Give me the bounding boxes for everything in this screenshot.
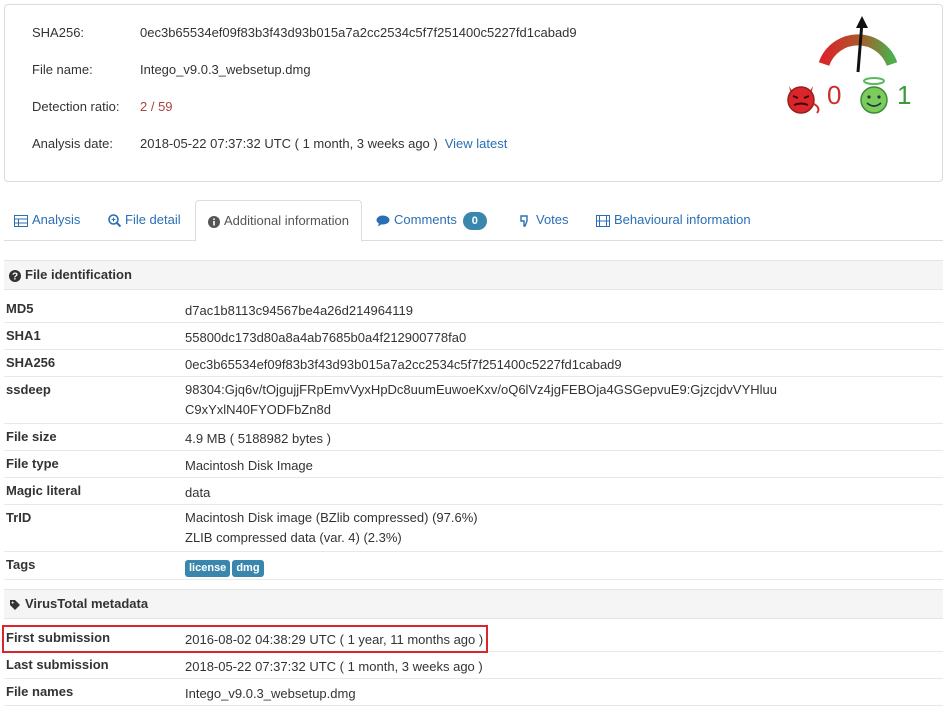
tags-label: Tags xyxy=(6,557,36,572)
date-label: Analysis date: xyxy=(32,136,113,151)
tab-votes[interactable]: Votes xyxy=(520,200,569,241)
trid-line-1: Macintosh Disk image (BZlib compressed) … xyxy=(185,510,478,525)
filesize-row: File size 4.9 MB ( 5188982 bytes ) xyxy=(4,424,943,451)
filetype-label: File type xyxy=(6,456,59,471)
devil-icon[interactable] xyxy=(783,82,823,116)
trid-line-2: ZLIB compressed data (var. 4) (2.3%) xyxy=(185,530,402,545)
svg-text:?: ? xyxy=(12,271,18,282)
tab-behavioural-information[interactable]: Behavioural information xyxy=(596,200,751,241)
tags-row: Tags license dmg xyxy=(4,552,943,580)
filetype-value: Macintosh Disk Image xyxy=(185,458,313,473)
tags-icon xyxy=(10,599,20,610)
sha1-value: 55800dc173d80a8a4ab7685b0a4f212900778fa0 xyxy=(185,330,467,345)
view-latest-link[interactable]: View latest xyxy=(445,136,508,151)
table-icon xyxy=(14,214,28,227)
tab-votes-label: Votes xyxy=(536,212,569,227)
comments-count-badge: 0 xyxy=(462,211,487,230)
ssdeep-line-1: 98304:Gjq6v/tOjgujjFRpEmvVyxHpDc8uumEuwo… xyxy=(185,382,778,397)
comment-icon xyxy=(376,215,390,227)
trid-label: TrID xyxy=(6,510,32,525)
tab-behavioural-information-label: Behavioural information xyxy=(614,212,751,227)
filetype-row: File type Macintosh Disk Image xyxy=(4,451,943,478)
tab-comments[interactable]: Comments 0 xyxy=(376,200,487,241)
ssdeep-row: ssdeep 98304:Gjq6v/tOjgujjFRpEmvVyxHpDc8… xyxy=(4,377,943,424)
tab-file-detail[interactable]: File detail xyxy=(108,200,181,241)
search-plus-icon xyxy=(108,214,121,228)
last-submission-value: 2018-05-22 07:37:32 UTC ( 1 month, 3 wee… xyxy=(185,659,483,674)
bad-votes-count: 0 xyxy=(827,80,842,110)
md5-row: MD5 d7ac1b8113c94567be4a26d214964119 xyxy=(4,296,943,323)
tag-license[interactable]: license xyxy=(185,560,231,577)
tab-additional-information-label: Additional information xyxy=(224,213,350,228)
filename-value: Intego_v9.0.3_websetup.dmg xyxy=(140,62,311,77)
tags-list: license dmg xyxy=(185,557,266,577)
sha1-label: SHA1 xyxy=(6,328,41,343)
last-submission-label: Last submission xyxy=(6,657,109,672)
sha256-detail-row: SHA256 0ec3b65534ef09f83b3f43d93b015a7a2… xyxy=(4,350,943,377)
filesize-label: File size xyxy=(6,429,57,444)
magic-label: Magic literal xyxy=(6,483,82,498)
detection-ratio: 2 / 59 xyxy=(140,99,173,114)
file-names-label: File names xyxy=(6,684,74,699)
ssdeep-label: ssdeep xyxy=(6,382,51,397)
magic-row: Magic literal data xyxy=(4,478,943,505)
ssdeep-line-2: C9xYxlN40FYODFbZn8d xyxy=(185,402,331,417)
highlight-box xyxy=(2,625,488,653)
file-identification-header: ? File identification xyxy=(4,260,943,290)
sha1-row: SHA1 55800dc173d80a8a4ab7685b0a4f2129007… xyxy=(4,323,943,350)
sha256-value: 0ec3b65534ef09f83b3f43d93b015a7a2cc2534c… xyxy=(140,25,577,40)
last-submission-row: Last submission 2018-05-22 07:37:32 UTC … xyxy=(4,652,943,679)
info-circle-icon xyxy=(208,215,220,228)
magic-value: data xyxy=(185,485,211,500)
virustotal-metadata-title: VirusTotal metadata xyxy=(25,596,149,611)
file-names-row: File names Intego_v9.0.3_websetup.dmg xyxy=(4,679,943,706)
thumbs-icon xyxy=(520,215,528,227)
question-circle-icon: ? xyxy=(9,269,21,282)
tab-analysis-label: Analysis xyxy=(32,212,81,227)
tab-file-detail-label: File detail xyxy=(125,212,181,227)
sha256-label: SHA256: xyxy=(32,25,85,40)
tab-analysis[interactable]: Analysis xyxy=(14,200,80,241)
md5-value: d7ac1b8113c94567be4a26d214964119 xyxy=(185,303,413,318)
film-icon xyxy=(596,214,610,227)
sha256-detail-value: 0ec3b65534ef09f83b3f43d93b015a7a2cc2534c… xyxy=(185,357,622,372)
ratio-label: Detection ratio: xyxy=(32,99,120,114)
tab-bar: Analysis File detail Additional informat… xyxy=(4,200,943,242)
file-names-value: Intego_v9.0.3_websetup.dmg xyxy=(185,686,356,701)
sha256-detail-label: SHA256 xyxy=(6,355,56,370)
ssdeep-value: 98304:Gjq6v/tOjgujjFRpEmvVyxHpDc8uumEuwo… xyxy=(185,380,777,420)
tab-comments-label: Comments xyxy=(394,212,457,227)
tag-dmg[interactable]: dmg xyxy=(232,560,264,577)
md5-label: MD5 xyxy=(6,301,34,316)
filesize-value: 4.9 MB ( 5188982 bytes ) xyxy=(185,431,331,446)
filename-label: File name: xyxy=(32,62,93,77)
trid-row: TrID Macintosh Disk image (BZlib compres… xyxy=(4,505,943,552)
file-identification-title: File identification xyxy=(25,267,132,282)
good-votes-count: 1 xyxy=(897,80,912,110)
trid-value: Macintosh Disk image (BZlib compressed) … xyxy=(185,508,478,548)
tab-additional-information[interactable]: Additional information xyxy=(195,200,363,242)
angel-icon[interactable] xyxy=(856,76,892,116)
virustotal-metadata-header: VirusTotal metadata xyxy=(4,589,943,619)
analysis-date: 2018-05-22 07:37:32 UTC ( 1 month, 3 wee… xyxy=(140,136,438,151)
date-value-wrap: 2018-05-22 07:37:32 UTC ( 1 month, 3 wee… xyxy=(140,135,507,153)
